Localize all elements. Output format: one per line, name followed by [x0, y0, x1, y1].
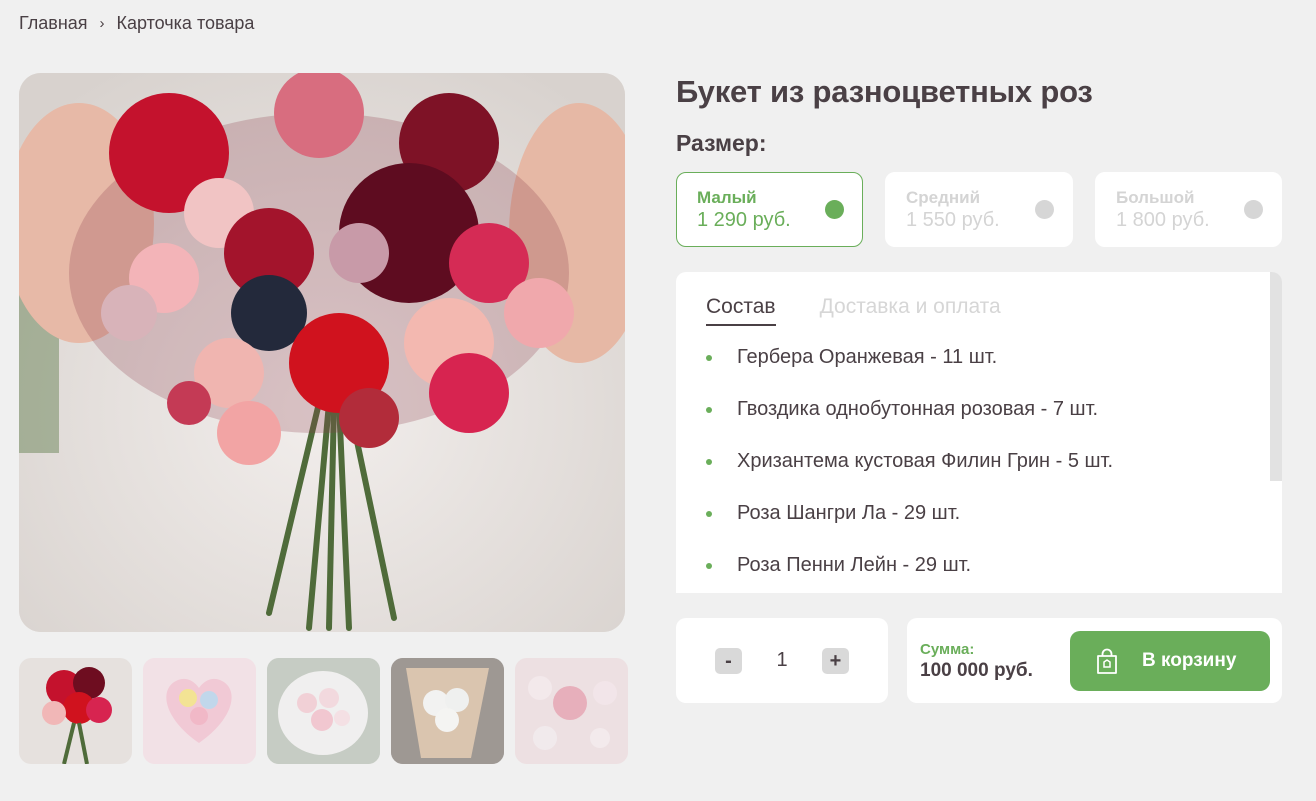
thumbnail-bouquet-red[interactable] [19, 658, 132, 764]
sum-label: Сумма: [920, 641, 975, 658]
thumbnail-bouquet-pink-white[interactable] [267, 658, 380, 764]
composition-list: Гербера Оранжевая - 11 шт. Гвоздика одно… [706, 346, 1113, 593]
tab-composition[interactable]: Состав [706, 295, 776, 326]
info-tabs: Состав Доставка и оплата [706, 295, 1001, 326]
product-main-image [19, 73, 625, 632]
thumbnail-bouquet-white[interactable] [391, 658, 504, 764]
add-to-cart-button[interactable]: В корзину [1070, 631, 1270, 691]
bouquet-photo-illustration [19, 73, 625, 632]
thumbnail-strip [19, 658, 628, 764]
shopping-bag-icon [1097, 648, 1117, 674]
size-option-large[interactable]: Большой 1 800 руб. [1095, 172, 1282, 247]
tab-delivery-payment[interactable]: Доставка и оплата [820, 295, 1001, 326]
product-info-panel: Состав Доставка и оплата Гербера Оранжев… [676, 272, 1282, 593]
list-item: Гербера Оранжевая - 11 шт. [706, 346, 1113, 398]
product-title: Букет из разноцветных роз [676, 74, 1093, 109]
size-price: 1 290 руб. [697, 209, 791, 231]
thumbnail-bouquet-heart[interactable] [143, 658, 256, 764]
thumbnail-bouquet-pink-daisies[interactable] [515, 658, 628, 764]
sum-value: 100 000 руб. [920, 660, 1033, 681]
breadcrumb-current: Карточка товара [116, 13, 255, 33]
size-price: 1 550 руб. [906, 209, 1000, 231]
radio-dot-icon [1244, 200, 1263, 219]
add-to-cart-label: В корзину [1142, 650, 1237, 671]
quantity-increase-button[interactable]: + [822, 647, 849, 674]
breadcrumb-home-link[interactable]: Главная [19, 13, 88, 34]
size-label: Размер: [676, 130, 767, 156]
order-summary: Сумма: 100 000 руб. В корзину [907, 618, 1282, 703]
list-item: Роза Шангри Ла - 29 шт. [706, 502, 1113, 554]
size-selector: Малый 1 290 руб. Средний 1 550 руб. Боль… [676, 172, 1282, 247]
breadcrumb-separator: › [99, 15, 105, 32]
breadcrumb: Главная › Карточка товара [19, 13, 254, 34]
quantity-stepper: - 1 + [676, 618, 888, 703]
list-item: Гвоздика однобутонная розовая - 7 шт. [706, 398, 1113, 450]
quantity-decrease-button[interactable]: - [715, 647, 742, 674]
size-option-medium[interactable]: Средний 1 550 руб. [885, 172, 1073, 247]
list-item: Роза Пенни Лейн - 29 шт. [706, 554, 1113, 593]
size-name: Большой [1116, 188, 1195, 207]
size-name: Малый [697, 188, 757, 207]
size-option-small[interactable]: Малый 1 290 руб. [676, 172, 863, 247]
radio-dot-icon [1035, 200, 1054, 219]
radio-dot-icon [825, 200, 844, 219]
size-price: 1 800 руб. [1116, 209, 1210, 231]
size-name: Средний [906, 188, 981, 207]
quantity-value: 1 [776, 649, 788, 671]
panel-scrollbar[interactable] [1270, 272, 1282, 481]
list-item: Хризантема кустовая Филин Грин - 5 шт. [706, 450, 1113, 502]
